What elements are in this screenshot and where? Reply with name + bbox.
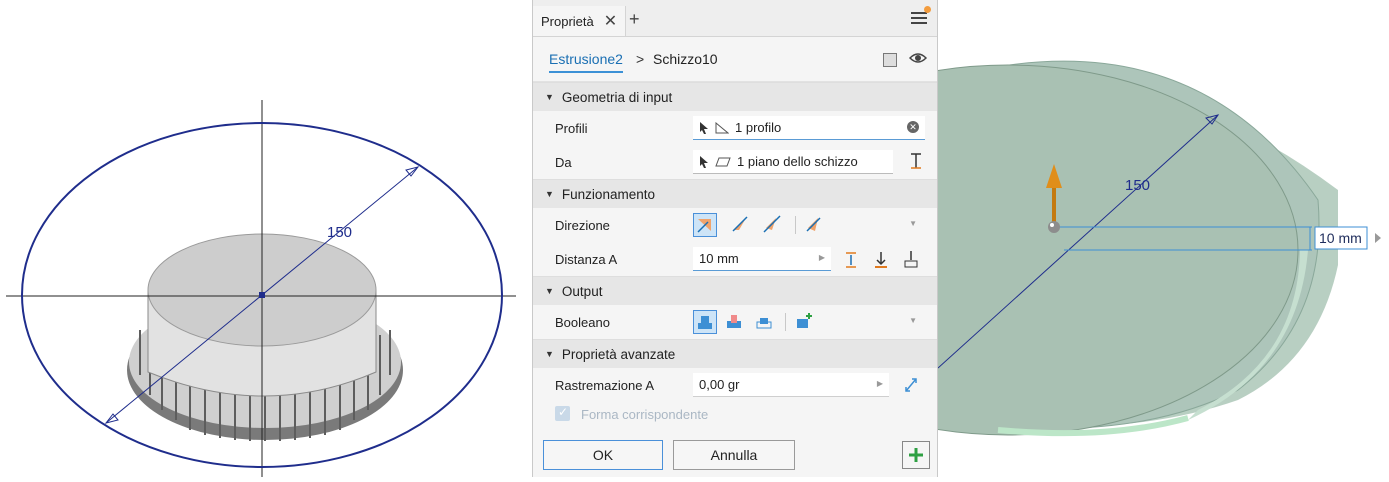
match-shape-row: ✓ Forma corrispondente [533, 402, 937, 428]
direction-row: Direzione ▼ [533, 208, 937, 242]
extent-through-all-icon[interactable] [903, 250, 919, 268]
direction-default-icon [697, 219, 711, 233]
cursor-icon [700, 121, 708, 134]
section-title: Output [561, 283, 603, 299]
taper-label: Rastremazione A [555, 378, 654, 393]
clear-selection-icon[interactable]: ✕ [907, 121, 919, 133]
menu-icon[interactable] [911, 6, 931, 24]
from-label: Da [555, 155, 572, 170]
chevron-right-icon[interactable]: ▶ [819, 253, 825, 262]
direction-default-button[interactable] [693, 213, 717, 237]
extent-between-icon[interactable] [843, 251, 859, 269]
cut-icon [727, 315, 741, 328]
distance-inline-input[interactable]: 10 mm [1319, 230, 1362, 246]
section-advanced-properties[interactable]: ▼ Proprietà avanzate [533, 339, 937, 368]
cancel-button[interactable]: Annulla [673, 440, 795, 470]
left-viewport[interactable]: 150 [0, 0, 532, 477]
direction-label: Direzione [555, 218, 610, 233]
boolean-new-solid-button[interactable] [793, 310, 817, 334]
collapse-icon: ▼ [545, 349, 554, 359]
section-title: Geometria di input [561, 89, 673, 105]
boolean-join-button[interactable] [693, 310, 717, 334]
tab-label: Proprietà [541, 13, 594, 29]
section-input-geometry[interactable]: ▼ Geometria di input [533, 82, 937, 111]
plane-icon [715, 157, 731, 166]
from-value: 1 piano dello schizzo [737, 154, 858, 169]
breadcrumb-sketch[interactable]: Schizzo10 [653, 51, 718, 67]
divider [795, 216, 796, 234]
profiles-selector[interactable]: 1 profilo ✕ [693, 116, 925, 140]
breadcrumb-separator: > [636, 51, 645, 67]
right-viewport[interactable]: 150 10 mm [717, 0, 1389, 477]
add-tab-icon[interactable]: + [629, 10, 640, 28]
right-extrude-preview: 150 10 mm [717, 60, 1381, 437]
from-row: Da 1 piano dello schizzo [533, 145, 937, 179]
chevron-right-icon[interactable]: ▶ [877, 379, 883, 388]
extrusion-preview [717, 60, 1338, 437]
from-selector[interactable]: 1 piano dello schizzo [693, 150, 893, 174]
chevron-right-icon[interactable] [1375, 233, 1381, 243]
distance-row: Distanza A 10 mm ▶ [533, 242, 937, 276]
distance-label: Distanza A [555, 252, 618, 267]
taper-input[interactable]: 0,00 gr ▶ [693, 373, 889, 397]
distance-input[interactable]: 10 mm ▶ [693, 247, 831, 271]
ok-button[interactable]: OK [543, 440, 663, 470]
boolean-label: Booleano [555, 315, 610, 330]
direction-asymmetric-icon [806, 217, 821, 232]
intersect-icon [756, 318, 772, 329]
direction-flipped-button[interactable] [729, 213, 753, 237]
profiles-label: Profili [555, 121, 588, 136]
distance-value: 10 mm [699, 251, 739, 266]
collapse-icon: ▼ [545, 92, 554, 102]
divider [785, 313, 786, 331]
breadcrumb-feature[interactable]: Estrusione2 [549, 51, 623, 73]
match-shape-checkbox[interactable]: ✓ [555, 405, 570, 421]
apply-add-button[interactable] [902, 441, 930, 469]
plus-icon [909, 448, 923, 462]
extent-to-icon[interactable] [873, 251, 889, 269]
profile-icon [715, 121, 729, 133]
breadcrumb: Estrusione2 > Schizzo10 [533, 37, 937, 82]
collapse-icon: ▼ [545, 189, 554, 199]
taper-row: Rastremazione A 0,00 gr ▶ [533, 368, 937, 402]
flip-direction-icon[interactable] [909, 152, 923, 170]
section-title: Funzionamento [561, 186, 655, 202]
profiles-row: Profili 1 profilo ✕ [533, 111, 937, 145]
eye-icon[interactable] [909, 51, 927, 65]
gear-model [127, 233, 403, 441]
chevron-down-icon[interactable]: ▼ [909, 219, 917, 228]
boolean-row: Booleano ▼ [533, 305, 937, 339]
boolean-cut-button[interactable] [723, 310, 747, 334]
section-operation[interactable]: ▼ Funzionamento [533, 179, 937, 208]
diameter-dimension-text[interactable]: 150 [1125, 177, 1150, 194]
preview-mode-icon[interactable] [883, 53, 897, 67]
direction-symmetric-button[interactable] [761, 213, 785, 237]
boolean-intersect-button[interactable] [753, 310, 777, 334]
direction-asymmetric-button[interactable] [803, 213, 827, 237]
direction-flipped-icon [732, 216, 748, 232]
match-shape-label: Forma corrispondente [581, 407, 709, 422]
chevron-down-icon[interactable]: ▼ [909, 316, 917, 325]
left-sketch-view: 150 [6, 100, 516, 477]
cursor-icon [700, 155, 708, 168]
new-solid-icon [797, 313, 812, 328]
taper-value: 0,00 gr [699, 377, 740, 392]
center-point[interactable] [259, 292, 265, 298]
flip-taper-icon[interactable] [903, 376, 919, 394]
section-title: Proprietà avanzate [561, 346, 676, 362]
collapse-icon: ▼ [545, 286, 554, 296]
join-icon [698, 316, 712, 329]
direction-symmetric-icon [763, 215, 781, 233]
section-output[interactable]: ▼ Output [533, 276, 937, 305]
profiles-value: 1 profilo [735, 120, 782, 135]
close-icon[interactable]: ✕ [604, 11, 617, 31]
tab-properties[interactable]: Proprietà ✕ [533, 6, 627, 36]
diameter-dimension-text[interactable]: 150 [327, 224, 352, 241]
panel-tab-bar: Proprietà ✕ + [533, 0, 937, 37]
properties-panel: Proprietà ✕ + Estrusione2 > Schizzo10 ▼ … [532, 0, 938, 477]
